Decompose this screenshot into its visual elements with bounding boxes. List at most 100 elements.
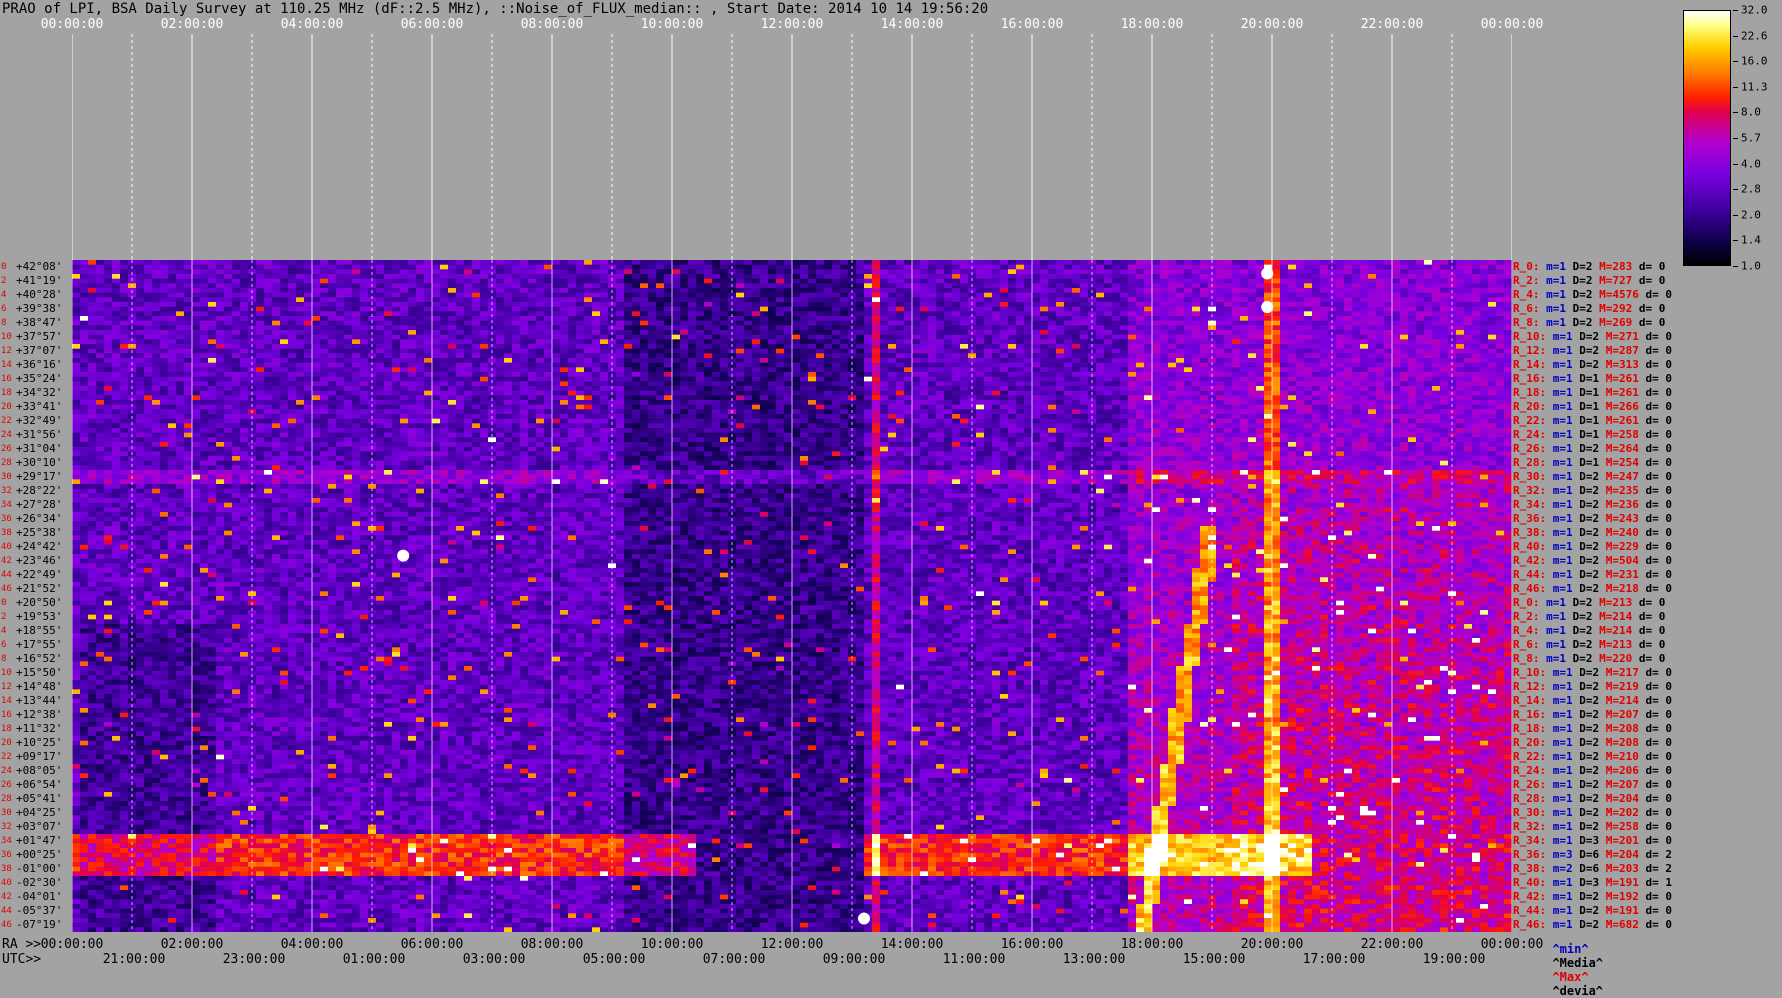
row-index-label: 46 [1, 582, 12, 596]
colorbar-tick-label: 5.7 [1741, 132, 1761, 145]
row-stat-field: D=2 [1573, 610, 1600, 623]
row-stat-field: m=1 [1553, 428, 1580, 441]
row-stat-field: D=2 [1579, 722, 1606, 735]
hot-spot [1261, 301, 1273, 313]
row-stat-field: M=287 [1606, 344, 1646, 357]
row-index-label: 28 [1, 792, 12, 806]
row-stat-field: m=1 [1553, 666, 1580, 679]
row-stat: R_8: m=1 D=2 M=220 d= 0 [1513, 652, 1672, 666]
row-stat-field: m=1 [1553, 694, 1580, 707]
row-stat-field: d= 0 [1646, 764, 1679, 777]
row-stat: R_8: m=1 D=2 M=269 d= 0 [1513, 316, 1672, 330]
dec-value: +23°46' [16, 554, 62, 568]
row-stat-field: R_2: [1513, 274, 1546, 287]
colorbar-tick-mark [1733, 164, 1738, 165]
dec-value: +41°19' [16, 274, 62, 288]
row-stat-field: D=2 [1579, 792, 1606, 805]
heatmap-plot [72, 260, 1512, 932]
dec-value: +22°49' [16, 568, 62, 582]
row-stat-field: M=261 [1606, 414, 1646, 427]
row-index-label: 18 [1, 386, 12, 400]
top-tick-label: 08:00:00 [521, 17, 584, 32]
dec-value: +18°55' [16, 624, 62, 638]
row-stat-field: d= 0 [1646, 918, 1679, 931]
dec-value: +33°41' [16, 400, 62, 414]
row-stat-field: M=201 [1606, 834, 1646, 847]
row-stat-field: M=240 [1606, 526, 1646, 539]
row-stat-field: d= 0 [1639, 316, 1672, 329]
row-stat: R_34: m=1 D=2 M=236 d= 0 [1513, 498, 1679, 512]
row-stat-field: m=1 [1553, 512, 1580, 525]
row-stat-field: D=2 [1579, 330, 1606, 343]
dec-value: +26°34' [16, 512, 62, 526]
row-stat-field: R_20: [1513, 736, 1553, 749]
row-stat-field: R_32: [1513, 484, 1553, 497]
row-index-label: 42 [1, 890, 12, 904]
row-stat: R_20: m=1 D=1 M=266 d= 0 [1513, 400, 1679, 414]
row-stat-field: R_44: [1513, 568, 1553, 581]
row-stat-field: d= 0 [1646, 526, 1679, 539]
row-stat: R_44: m=1 D=2 M=231 d= 0 [1513, 568, 1679, 582]
row-index-label: 44 [1, 904, 12, 918]
row-stat-field: d= 0 [1646, 344, 1679, 357]
row-stat-field: D=2 [1579, 526, 1606, 539]
row-stat-field: m=1 [1553, 568, 1580, 581]
dec-value: +37°57' [16, 330, 62, 344]
dec-value: +05°41' [16, 792, 62, 806]
row-stat-field: M=213 [1599, 638, 1639, 651]
row-stat: R_12: m=1 D=2 M=287 d= 0 [1513, 344, 1679, 358]
row-stat-field: m=1 [1553, 344, 1580, 357]
row-index-label: 20 [1, 736, 12, 750]
row-stat-field: M=204 [1606, 848, 1646, 861]
top-tick-label: 18:00:00 [1121, 17, 1184, 32]
row-stat-field: D=1 [1579, 456, 1606, 469]
row-stat-field: R_12: [1513, 680, 1553, 693]
row-stat-field: m=1 [1553, 526, 1580, 539]
row-stat: R_32: m=1 D=2 M=235 d= 0 [1513, 484, 1679, 498]
dec-value: +35°24' [16, 372, 62, 386]
row-stat-field: m=1 [1553, 680, 1580, 693]
row-stat-field: D=1 [1579, 372, 1606, 385]
row-stat: R_38: m=2 D=6 M=203 d= 2 [1513, 862, 1679, 876]
row-index-label: 38 [1, 526, 12, 540]
row-stat-field: D=2 [1573, 652, 1600, 665]
row-stat-field: M=266 [1606, 400, 1646, 413]
row-index-label: 6 [1, 302, 6, 316]
row-index-label: 30 [1, 470, 12, 484]
colorbar-tick-label: 8.0 [1741, 106, 1761, 119]
row-stat-field: m=1 [1546, 610, 1573, 623]
row-stat-field: R_26: [1513, 442, 1553, 455]
utc-tick-label: 09:00:00 [823, 952, 886, 967]
dec-value: -01°00' [16, 862, 62, 876]
row-stat-field: M=269 [1599, 316, 1639, 329]
row-index-label: 36 [1, 848, 12, 862]
row-stat-field: d= 0 [1645, 288, 1678, 301]
row-stat: R_44: m=1 D=2 M=191 d= 0 [1513, 904, 1679, 918]
row-stat: R_24: m=1 D=1 M=258 d= 0 [1513, 428, 1679, 442]
row-stat: R_46: m=1 D=2 M=218 d= 0 [1513, 582, 1679, 596]
dec-value: -05°37' [16, 904, 62, 918]
row-stat-field: D=2 [1579, 778, 1606, 791]
dec-value: +21°52' [16, 582, 62, 596]
row-stat-field: d= 0 [1646, 386, 1679, 399]
dec-value: +13°44' [16, 694, 62, 708]
top-tick-label: 00:00:00 [41, 17, 104, 32]
row-stat-field: d= 0 [1646, 582, 1679, 595]
dec-value: +20°50' [16, 596, 62, 610]
row-stat-field: R_42: [1513, 890, 1553, 903]
row-index-label: 34 [1, 498, 12, 512]
row-index-label: 16 [1, 372, 12, 386]
row-stat-field: R_4: [1513, 624, 1546, 637]
row-stat-field: R_0: [1513, 260, 1546, 273]
row-stat-field: R_4: [1513, 288, 1546, 301]
row-stat-field: D=2 [1579, 806, 1606, 819]
row-stat-field: R_20: [1513, 400, 1553, 413]
row-stat-field: R_8: [1513, 316, 1546, 329]
row-stat-field: R_8: [1513, 652, 1546, 665]
row-stat-field: M=202 [1606, 806, 1646, 819]
row-stat-field: D=2 [1573, 316, 1600, 329]
row-stat-field: R_32: [1513, 820, 1553, 833]
row-stat-field: d= 0 [1646, 708, 1679, 721]
row-statistics: R_0: m=1 D=2 M=283 d= 0 R_2: m=1 D=2 M=7… [1513, 260, 1713, 932]
hot-spot [397, 550, 409, 562]
